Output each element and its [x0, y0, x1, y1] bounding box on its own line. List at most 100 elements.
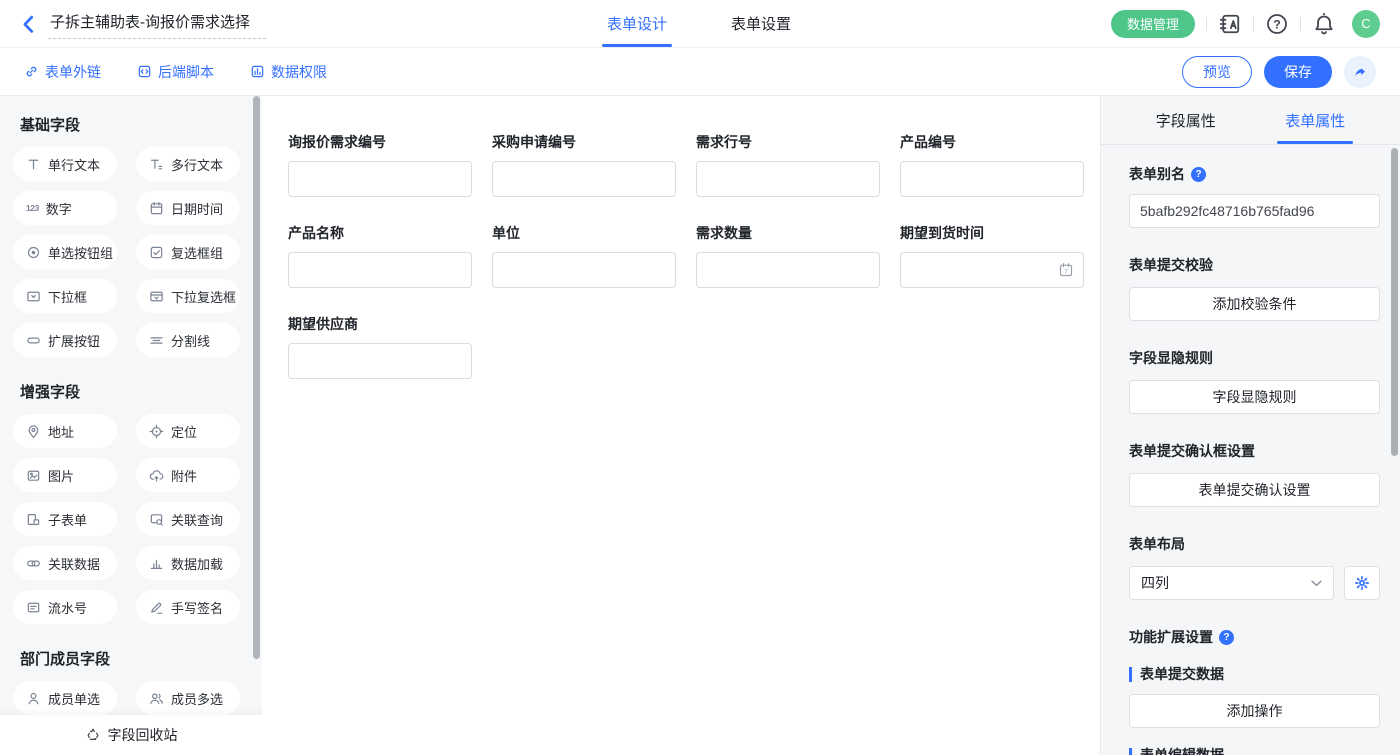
- back-button[interactable]: [18, 13, 40, 35]
- canvas-field-expected-arrival[interactable]: 期望到货时间 7: [900, 223, 1084, 288]
- field-input[interactable]: [288, 343, 472, 379]
- field-type-radio-group[interactable]: 单选按钮组: [13, 235, 117, 269]
- canvas-field-product-name[interactable]: 产品名称: [288, 223, 472, 288]
- canvas-field-purchase-request-no[interactable]: 采购申请编号: [492, 132, 676, 197]
- field-type-multi-select[interactable]: 下拉复选框: [136, 279, 240, 313]
- field-recycle-bin[interactable]: 字段回收站: [0, 715, 262, 755]
- tab-form-properties[interactable]: 表单属性: [1251, 96, 1381, 144]
- canvas-field-product-no[interactable]: 产品编号: [900, 132, 1084, 197]
- field-type-select[interactable]: 下拉框: [13, 279, 117, 313]
- multiline-text-icon: [149, 157, 164, 172]
- field-type-location[interactable]: 定位: [136, 414, 240, 448]
- data-load-icon: [149, 556, 164, 571]
- save-button[interactable]: 保存: [1264, 56, 1332, 88]
- form-layout-select[interactable]: 四列: [1129, 566, 1334, 600]
- pill-label: 单行文本: [48, 155, 100, 174]
- field-type-datetime[interactable]: 日期时间: [136, 191, 240, 225]
- notifications-button[interactable]: [1312, 12, 1336, 36]
- field-type-serial-number[interactable]: 流水号: [13, 590, 117, 624]
- tab-field-properties[interactable]: 字段属性: [1121, 96, 1251, 144]
- canvas-field-demand-line-no[interactable]: 需求行号: [696, 132, 880, 197]
- field-label: 产品编号: [900, 132, 1084, 152]
- field-type-single-line-text[interactable]: 单行文本: [13, 147, 117, 181]
- field-type-attachment[interactable]: 附件: [136, 458, 240, 492]
- field-type-data-load[interactable]: 数据加载: [136, 546, 240, 580]
- help-question-icon[interactable]: [1219, 630, 1234, 645]
- field-type-address[interactable]: 地址: [13, 414, 117, 448]
- pill-label: 下拉框: [48, 287, 87, 306]
- field-type-member-single[interactable]: 成员单选: [13, 681, 117, 715]
- separator: [1206, 17, 1207, 31]
- field-type-multiline-text[interactable]: 多行文本: [136, 147, 240, 181]
- form-layout-value: 四列: [1141, 573, 1169, 593]
- canvas-field-inquiry-no[interactable]: 询报价需求编号: [288, 132, 472, 197]
- top-bar-left: 子拆主辅助表-询报价需求选择: [0, 0, 607, 47]
- sidebar-scrollbar[interactable]: [253, 96, 260, 659]
- pill-label: 数据加载: [171, 554, 223, 573]
- backend-script-button[interactable]: 后端脚本: [137, 62, 214, 82]
- help-question-icon[interactable]: [1191, 167, 1206, 182]
- toolbar-link-label: 表单外链: [45, 62, 101, 82]
- field-type-number[interactable]: 123 数字: [13, 191, 117, 225]
- form-alias-label-row: 表单别名: [1129, 164, 1380, 184]
- submit-data-add-action-button[interactable]: 添加操作: [1129, 694, 1380, 728]
- submit-confirm-settings-button[interactable]: 表单提交确认设置: [1129, 473, 1380, 507]
- field-input[interactable]: [288, 161, 472, 197]
- field-type-signature[interactable]: 手写签名: [136, 590, 240, 624]
- share-button[interactable]: [1344, 56, 1376, 88]
- canvas-field-unit[interactable]: 单位: [492, 223, 676, 288]
- enhanced-fields-grid: 地址 定位 图片 附件: [13, 414, 262, 624]
- serial-number-icon: [26, 600, 41, 615]
- field-type-extend-button[interactable]: 扩展按钮: [13, 323, 117, 357]
- field-type-linked-data[interactable]: 关联数据: [13, 546, 117, 580]
- panel-scrollbar[interactable]: [1391, 148, 1398, 456]
- gear-icon: [1354, 575, 1370, 591]
- field-type-divider-line[interactable]: 分割线: [136, 323, 240, 357]
- form-alias-input[interactable]: 5bafb292fc48716b765fad96: [1129, 194, 1380, 228]
- separator: [1253, 17, 1254, 31]
- attachment-icon: [149, 468, 164, 483]
- app-window: 子拆主辅助表-询报价需求选择 表单设计 表单设置 数据管理 ? C: [0, 0, 1400, 755]
- canvas-field-expected-supplier[interactable]: 期望供应商: [288, 314, 472, 379]
- field-label: 询报价需求编号: [288, 132, 472, 152]
- avatar[interactable]: C: [1352, 10, 1380, 38]
- field-visibility-rules-button[interactable]: 字段显隐规则: [1129, 380, 1380, 414]
- data-manage-button[interactable]: 数据管理: [1111, 10, 1195, 38]
- field-input[interactable]: [492, 252, 676, 288]
- form-title[interactable]: 子拆主辅助表-询报价需求选择: [48, 8, 266, 39]
- pill-label: 扩展按钮: [48, 331, 100, 350]
- add-validation-condition-button[interactable]: 添加校验条件: [1129, 287, 1380, 321]
- section-title-basic-fields: 基础字段: [20, 114, 262, 135]
- data-permission-button[interactable]: 数据权限: [250, 62, 327, 82]
- chevron-down-icon: [1311, 580, 1322, 587]
- tab-form-design[interactable]: 表单设计: [607, 0, 667, 47]
- pill-label: 多行文本: [171, 155, 223, 174]
- tab-form-settings[interactable]: 表单设置: [731, 0, 791, 47]
- subform-icon: [26, 512, 41, 527]
- field-type-member-multi[interactable]: 成员多选: [136, 681, 240, 715]
- tab-label: 表单属性: [1285, 110, 1345, 131]
- field-type-subform[interactable]: 子表单: [13, 502, 117, 536]
- canvas-field-demand-qty[interactable]: 需求数量: [696, 223, 880, 288]
- date-field-input[interactable]: 7: [900, 252, 1084, 288]
- form-external-link-button[interactable]: 表单外链: [24, 62, 101, 82]
- field-type-checkbox-group[interactable]: 复选框组: [136, 235, 240, 269]
- field-input[interactable]: [900, 161, 1084, 197]
- field-input[interactable]: [288, 252, 472, 288]
- toolbar-links: 表单外链 后端脚本 数据权限: [0, 62, 1182, 82]
- pill-label: 单选按钮组: [48, 243, 113, 262]
- contacts-book-button[interactable]: [1218, 12, 1242, 36]
- field-palette-scroll: 基础字段 单行文本 多行文本 123 数字: [0, 96, 262, 745]
- field-input[interactable]: [492, 161, 676, 197]
- help-button[interactable]: ?: [1265, 12, 1289, 36]
- preview-button[interactable]: 预览: [1182, 56, 1252, 88]
- field-type-image[interactable]: 图片: [13, 458, 117, 492]
- field-input[interactable]: [696, 252, 880, 288]
- field-input[interactable]: [696, 161, 880, 197]
- pill-label: 复选框组: [171, 243, 223, 262]
- link-icon: [24, 64, 39, 79]
- submit-confirm-settings-label: 表单提交确认框设置: [1129, 441, 1380, 461]
- field-type-linked-query[interactable]: 关联查询: [136, 502, 240, 536]
- pill-label: 手写签名: [171, 598, 223, 617]
- layout-settings-button[interactable]: [1344, 566, 1380, 600]
